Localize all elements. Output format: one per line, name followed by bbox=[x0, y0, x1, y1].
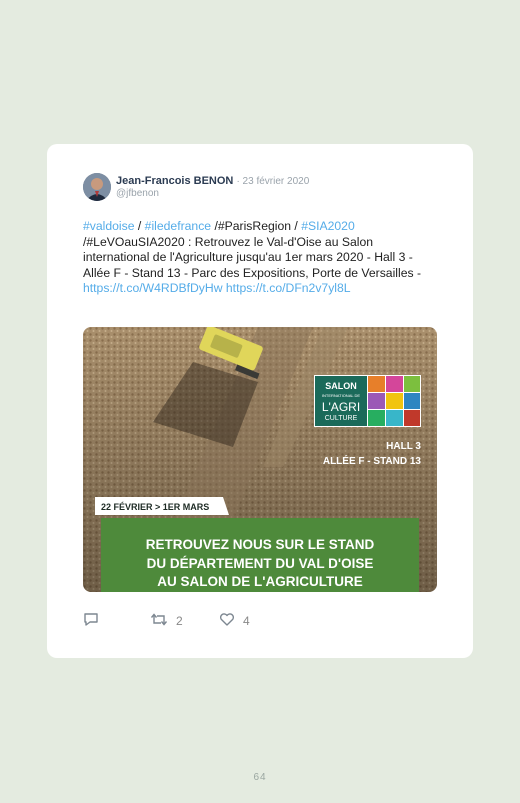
text-segment: /#LeVOauSIA2020 : Retrouvez le Val-d'Ois… bbox=[83, 234, 422, 280]
like-button[interactable]: 4 bbox=[219, 612, 250, 630]
logo-text-culture: CULTURE bbox=[325, 415, 358, 422]
banner-line-2: DU DÉPARTEMENT DU VAL D'OISE bbox=[147, 556, 374, 571]
stand-label: ALLÉE F - STAND 13 bbox=[323, 454, 422, 467]
hall-label: HALL 3 bbox=[386, 441, 421, 452]
tweet-link-2[interactable]: https://t.co/DFn2v7yl8L bbox=[226, 281, 351, 295]
promo-banner: RETROUVEZ NOUS SUR LE STAND DU DÉPARTEME… bbox=[101, 518, 419, 592]
text-segment: /#ParisRegion / bbox=[211, 219, 302, 233]
reply-button[interactable] bbox=[83, 612, 99, 630]
banner-line-3: AU SALON DE L'AGRICULTURE bbox=[157, 574, 362, 589]
tweet-media-image[interactable]: SALON INTERNATIONAL DE L'AGRI CULTURE HA… bbox=[83, 327, 437, 592]
tweet-link-1[interactable]: https://t.co/W4RDBfDyHw bbox=[83, 281, 223, 295]
text-segment: / bbox=[134, 219, 145, 233]
date-tag: 22 FÉVRIER > 1ER MARS bbox=[95, 497, 229, 515]
page-number: 64 bbox=[253, 772, 267, 783]
avatar[interactable] bbox=[83, 173, 111, 201]
tweet-actions: 2 4 bbox=[83, 612, 437, 632]
date-tag-text: 22 FÉVRIER > 1ER MARS bbox=[101, 502, 209, 512]
author-name[interactable]: Jean-Francois BENON bbox=[116, 175, 233, 187]
logo-text-international: INTERNATIONAL DE bbox=[322, 393, 361, 398]
heart-icon bbox=[219, 612, 235, 630]
author-handle[interactable]: @jfbenon bbox=[116, 188, 159, 199]
banner-line-1: RETROUVEZ NOUS SUR LE STAND bbox=[146, 537, 375, 552]
tweet-card: Jean-Francois BENON · 23 février 2020 @j… bbox=[47, 144, 473, 658]
retweet-button[interactable]: 2 bbox=[150, 612, 183, 630]
retweet-count: 2 bbox=[176, 614, 183, 628]
logo-text-agri: L'AGRI bbox=[322, 400, 360, 414]
hashtag-valdoise[interactable]: #valdoise bbox=[83, 219, 135, 233]
tweet-text: #valdoise / #iledefrance /#ParisRegion /… bbox=[83, 219, 435, 297]
logo-text-salon: SALON bbox=[325, 381, 357, 391]
tweet-date[interactable]: · 23 février 2020 bbox=[236, 176, 309, 187]
reply-icon bbox=[83, 612, 99, 630]
hashtag-sia2020[interactable]: #SIA2020 bbox=[301, 219, 355, 233]
like-count: 4 bbox=[243, 614, 250, 628]
salon-agriculture-logo: SALON INTERNATIONAL DE L'AGRI CULTURE bbox=[314, 375, 421, 427]
retweet-icon bbox=[150, 612, 168, 630]
hashtag-iledefrance[interactable]: #iledefrance bbox=[145, 219, 211, 233]
